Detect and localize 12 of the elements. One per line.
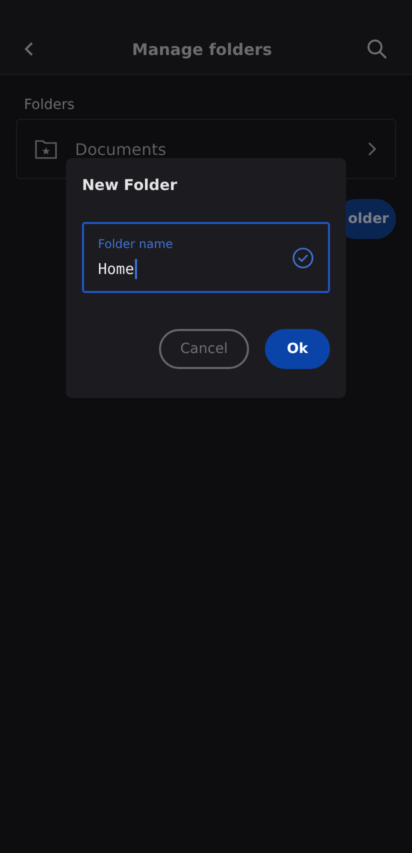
folder-star-icon — [35, 139, 57, 159]
folder-name-field[interactable]: Folder name Home — [82, 222, 330, 293]
section-label: Folders — [24, 97, 76, 113]
screen-title: Manage folders — [132, 40, 272, 58]
dialog-title: New Folder — [82, 176, 178, 194]
field-label: Folder name — [98, 236, 174, 250]
search-icon[interactable] — [366, 38, 388, 60]
field-value: Home — [98, 260, 134, 278]
chevron-right-icon — [367, 141, 377, 157]
ok-button[interactable]: Ok — [265, 329, 330, 369]
cancel-button[interactable]: Cancel — [159, 329, 249, 369]
text-cursor — [135, 258, 138, 278]
